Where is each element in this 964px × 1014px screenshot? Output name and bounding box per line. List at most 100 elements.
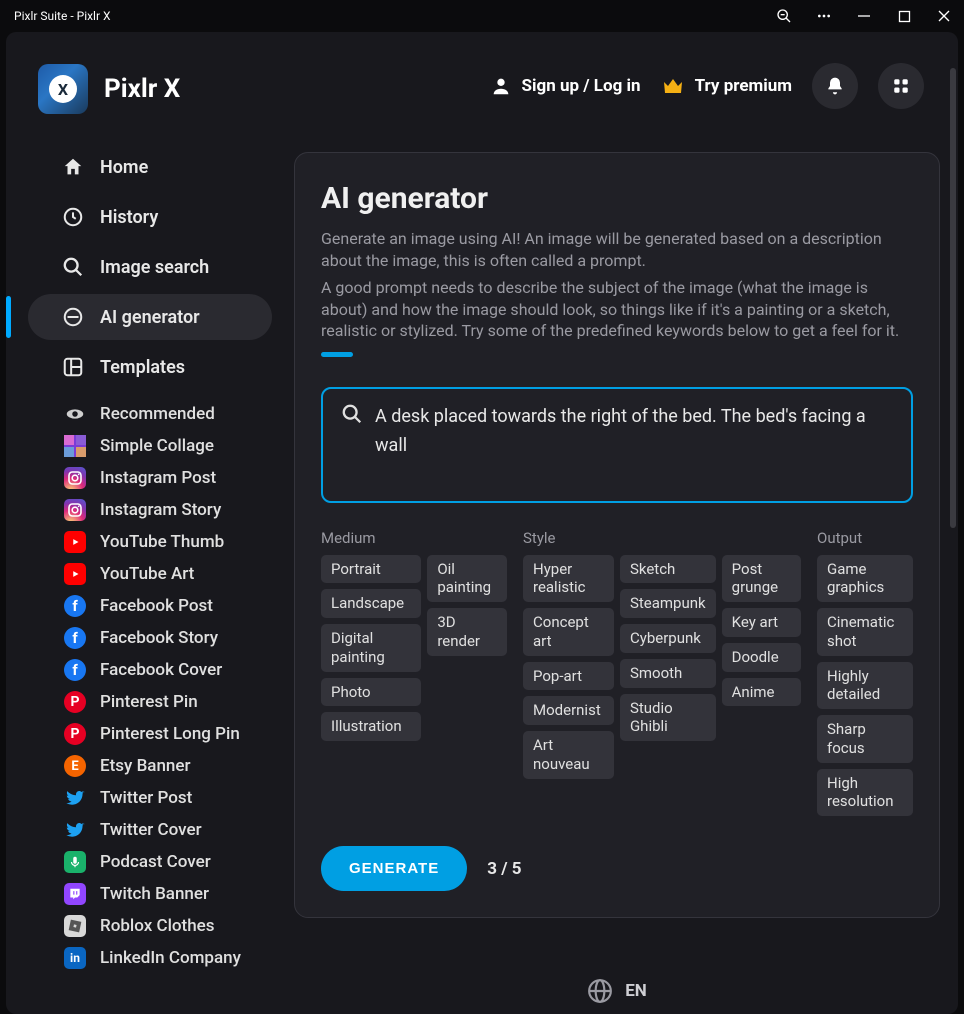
template-item-label: Simple Collage <box>100 436 214 456</box>
history-icon <box>62 206 84 228</box>
home-icon <box>62 156 84 178</box>
prompt-input[interactable]: A desk placed towards the right of the b… <box>321 387 913 503</box>
brand-logo: X <box>38 64 88 114</box>
globe-icon <box>587 978 613 1004</box>
nav-ai-generator[interactable]: AI generator <box>28 294 272 340</box>
tag-output[interactable]: High resolution <box>817 769 913 817</box>
nav-templates[interactable]: Templates <box>28 344 272 390</box>
tag-style[interactable]: Key art <box>722 608 801 637</box>
tag-medium[interactable]: Illustration <box>321 712 421 741</box>
accent-bar <box>321 352 353 357</box>
tag-style[interactable]: Steampunk <box>620 589 716 618</box>
tag-group-output: Output Game graphics Cinematic shot Highly… <box>817 529 913 817</box>
template-item[interactable]: PPinterest Pin <box>14 686 284 718</box>
tag-style[interactable]: Concept art <box>523 608 614 656</box>
try-premium-link[interactable]: Try premium <box>661 74 792 98</box>
template-item[interactable]: Instagram Story <box>14 494 284 526</box>
apps-button[interactable] <box>878 63 924 109</box>
zoom-out-icon[interactable] <box>776 8 792 24</box>
language-label: EN <box>625 981 647 1001</box>
tag-medium[interactable]: Photo <box>321 678 421 707</box>
minimize-icon[interactable] <box>856 8 872 24</box>
more-icon[interactable] <box>816 8 832 24</box>
template-item[interactable]: fFacebook Story <box>14 622 284 654</box>
tag-style[interactable]: Smooth <box>620 659 716 688</box>
template-item[interactable]: Podcast Cover <box>14 846 284 878</box>
tag-style[interactable]: Modernist <box>523 696 614 725</box>
tag-style[interactable]: Post grunge <box>722 555 801 603</box>
template-item[interactable]: Instagram Post <box>14 462 284 494</box>
search-icon <box>341 403 363 425</box>
template-item-label: Podcast Cover <box>100 852 211 872</box>
tag-group-output-title: Output <box>817 529 913 547</box>
tag-medium[interactable]: Oil painting <box>427 555 507 603</box>
nav-home-label: Home <box>100 157 148 178</box>
template-item[interactable]: fFacebook Cover <box>14 654 284 686</box>
template-item[interactable]: Twitter Post <box>14 782 284 814</box>
template-item[interactable]: Twitter Cover <box>14 814 284 846</box>
template-item-label: Pinterest Long Pin <box>100 724 240 744</box>
tag-output[interactable]: Highly detailed <box>817 662 913 710</box>
roblox-icon <box>64 915 86 937</box>
signup-login-link[interactable]: Sign up / Log in <box>490 75 641 97</box>
template-item-label: Instagram Post <box>100 468 216 488</box>
window-title: Pixlr Suite - Pixlr X <box>12 9 111 23</box>
templates-icon <box>62 356 84 378</box>
template-item[interactable]: inLinkedIn Company <box>14 942 284 974</box>
tag-style[interactable]: Studio Ghibli <box>620 694 716 742</box>
template-item[interactable]: EEtsy Banner <box>14 750 284 782</box>
fb-icon: f <box>64 595 86 617</box>
template-item[interactable]: Roblox Clothes <box>14 910 284 942</box>
maximize-icon[interactable] <box>896 8 912 24</box>
template-item-label: LinkedIn Company <box>100 948 241 968</box>
yt-icon <box>64 531 86 553</box>
nav-image-search-label: Image search <box>100 257 209 278</box>
tag-style[interactable]: Doodle <box>722 643 801 672</box>
nav-ai-generator-label: AI generator <box>100 307 200 328</box>
template-item[interactable]: YouTube Art <box>14 558 284 590</box>
tw-icon <box>64 787 86 809</box>
tag-style[interactable]: Pop-art <box>523 662 614 691</box>
twitch-icon <box>64 883 86 905</box>
user-icon <box>490 75 512 97</box>
nav-image-search[interactable]: Image search <box>28 244 272 290</box>
template-item[interactable]: YouTube Thumb <box>14 526 284 558</box>
scrollbar[interactable] <box>950 68 956 1006</box>
search-icon <box>62 256 84 278</box>
notifications-button[interactable] <box>812 63 858 109</box>
sidebar: X Pixlr X Home History Image s <box>6 32 294 1014</box>
generate-button[interactable]: GENERATE <box>321 846 467 891</box>
template-item[interactable]: Recommended <box>14 398 284 430</box>
brand-logo-letter: X <box>49 75 77 103</box>
template-item[interactable]: PPinterest Long Pin <box>14 718 284 750</box>
tag-medium[interactable]: Digital painting <box>321 624 421 672</box>
tag-style[interactable]: Cyberpunk <box>620 624 716 653</box>
tag-output[interactable]: Cinematic shot <box>817 608 913 656</box>
ai-generator-panel: AI generator Generate an image using AI!… <box>294 152 940 918</box>
nav-history[interactable]: History <box>28 194 272 240</box>
template-item[interactable]: f Facebook Post <box>14 590 284 622</box>
nav-home[interactable]: Home <box>28 144 272 190</box>
header: Sign up / Log in Try premium <box>294 32 958 140</box>
tag-group-style-title: Style <box>523 529 801 547</box>
tag-output[interactable]: Game graphics <box>817 555 913 603</box>
language-selector[interactable]: EN <box>294 958 940 1014</box>
tag-style[interactable]: Sketch <box>620 555 716 584</box>
template-item-label: Twitch Banner <box>100 884 209 904</box>
tag-output[interactable]: Sharp focus <box>817 715 913 763</box>
tag-medium[interactable]: 3D render <box>427 608 507 656</box>
tag-medium[interactable]: Portrait <box>321 555 421 584</box>
tag-style[interactable]: Anime <box>722 678 801 707</box>
brand[interactable]: X Pixlr X <box>14 54 284 130</box>
close-icon[interactable] <box>936 8 952 24</box>
tag-group-style: Style Hyper realistic Concept art Pop-art M… <box>523 529 801 817</box>
tag-medium[interactable]: Landscape <box>321 589 421 618</box>
panel-desc-1: Generate an image using AI! An image wil… <box>321 228 913 271</box>
template-item-label: Twitter Post <box>100 788 192 808</box>
tag-style[interactable]: Art nouveau <box>523 731 614 779</box>
tag-style[interactable]: Hyper realistic <box>523 555 614 603</box>
template-item[interactable]: Simple Collage <box>14 430 284 462</box>
template-item[interactable]: Twitch Banner <box>14 878 284 910</box>
template-item-label: Facebook Post <box>100 596 213 616</box>
tag-group-medium: Medium PortraitLandscapeDigital painting… <box>321 529 507 817</box>
